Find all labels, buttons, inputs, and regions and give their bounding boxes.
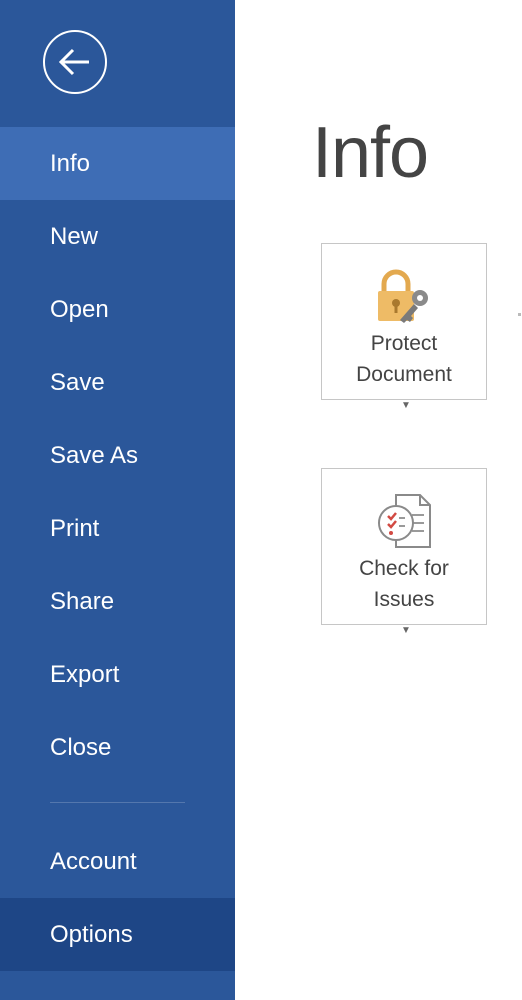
nav-item-new[interactable]: New (0, 200, 235, 273)
nav-item-close[interactable]: Close (0, 711, 235, 784)
check-for-issues-label-line1: Check for (359, 557, 449, 580)
nav-item-share[interactable]: Share (0, 565, 235, 638)
nav-item-account[interactable]: Account (0, 825, 235, 898)
protect-document-label: Protect Document ▼ (322, 328, 486, 421)
check-for-issues-label-line2: Issues ▼ (322, 584, 486, 646)
nav-item-info[interactable]: Info (0, 127, 235, 200)
dropdown-caret-icon: ▼ (401, 625, 411, 636)
nav-item-print[interactable]: Print (0, 492, 235, 565)
protect-document-button[interactable]: Protect Document ▼ (321, 243, 487, 411)
checklist-document-icon (378, 494, 431, 548)
nav-item-options[interactable]: Options (0, 898, 235, 971)
panel-edge-mark (518, 313, 521, 316)
nav-item-save-as[interactable]: Save As (0, 419, 235, 492)
dropdown-caret-icon: ▼ (401, 400, 411, 411)
back-arrow-icon (58, 48, 89, 76)
nav-item-export[interactable]: Export (0, 638, 235, 711)
nav-item-save[interactable]: Save (0, 346, 235, 419)
protect-document-label-text: Document (356, 363, 452, 386)
check-for-issues-button[interactable]: Check for Issues ▼ (321, 468, 487, 636)
check-for-issues-label: Check for Issues ▼ (322, 553, 486, 646)
sidebar-divider (50, 802, 185, 803)
back-button[interactable] (43, 30, 107, 94)
lock-key-icon (378, 269, 428, 323)
protect-document-label-line1: Protect (370, 332, 438, 355)
backstage-sidebar: Info New Open Save Save As Print Share E… (0, 0, 235, 1000)
check-for-issues-label-text: Issues (373, 588, 435, 611)
protect-document-label-line2: Document ▼ (322, 359, 486, 421)
page-title: Info (312, 113, 429, 193)
nav-item-open[interactable]: Open (0, 273, 235, 346)
